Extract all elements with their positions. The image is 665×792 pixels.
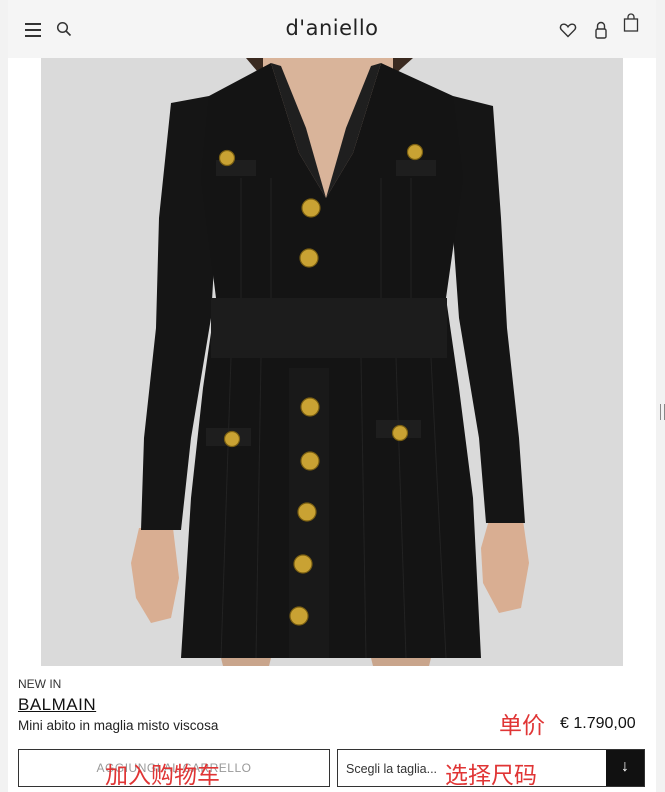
product-image[interactable] <box>41 58 623 666</box>
product-price: € 1.790,00 <box>560 715 636 732</box>
size-annotation: 选择尺码 <box>445 763 537 789</box>
heart-icon[interactable] <box>559 21 577 39</box>
price-annotation: 单价 <box>499 713 545 739</box>
product-description: Mini abito in maglia misto viscosa <box>18 718 219 733</box>
arrow-down-icon[interactable]: ↓ <box>606 750 644 786</box>
product-info: NEW IN BALMAIN Mini abito in maglia mist… <box>8 666 656 792</box>
add-to-cart-button[interactable]: AGGIUNGI AL CARRELLO 加入购物车 <box>18 749 330 789</box>
size-placeholder: Scegli la taglia... <box>346 762 438 776</box>
lock-icon[interactable] <box>593 20 609 40</box>
brand-link[interactable]: BALMAIN <box>18 695 96 715</box>
size-select[interactable]: Scegli la taglia... 选择尺码 ↓ <box>337 749 645 789</box>
site-header: d'aniello <box>8 0 656 58</box>
new-in-tag: NEW IN <box>18 677 62 691</box>
scrollbar-handle[interactable] <box>660 404 665 420</box>
add-to-cart-label: AGGIUNGI AL CARRELLO <box>96 761 252 775</box>
product-page: d'aniello NEW IN BALMAIN Mini abito in m… <box>8 0 656 792</box>
shopping-bag-icon[interactable] <box>623 13 639 33</box>
